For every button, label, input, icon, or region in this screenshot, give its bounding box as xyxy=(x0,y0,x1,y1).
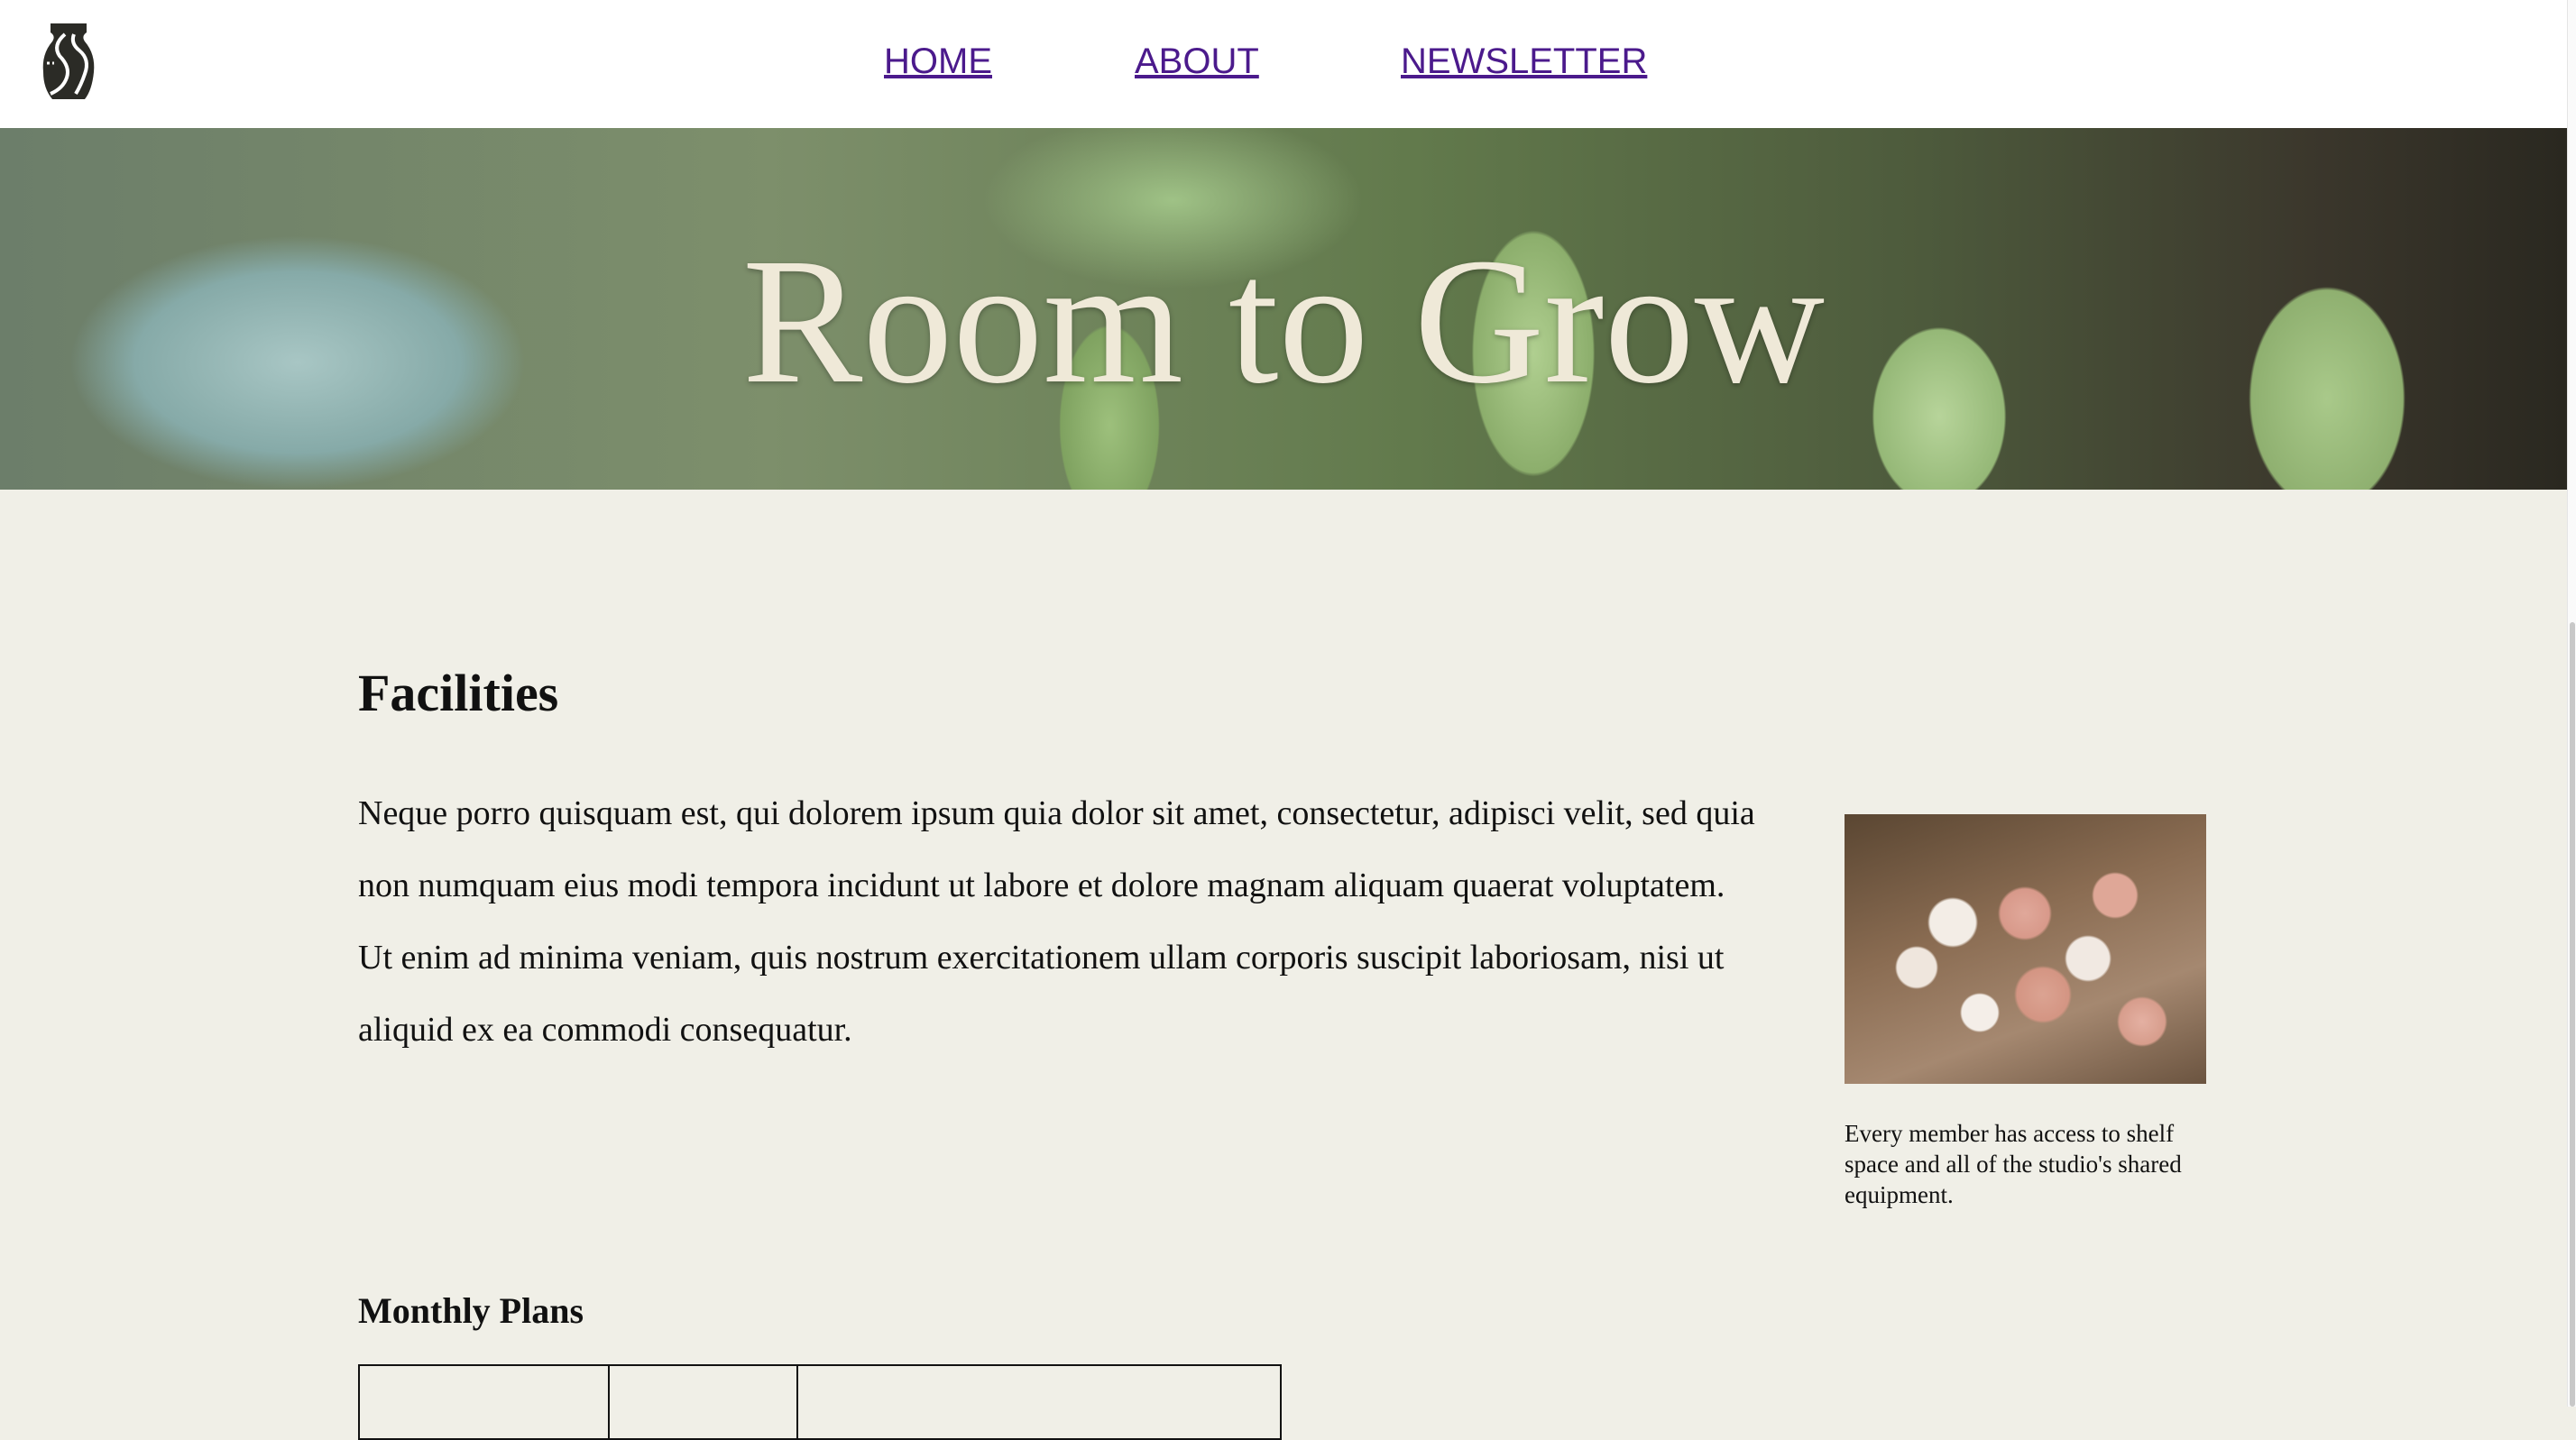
table-cell xyxy=(796,1364,1282,1440)
table-row xyxy=(358,1364,1282,1440)
table-cell xyxy=(358,1364,610,1440)
facilities-description: Neque porro quisquam est, qui dolorem ip… xyxy=(358,794,1755,1049)
table-cell xyxy=(608,1364,798,1440)
pottery-vase-logo-icon[interactable] xyxy=(40,22,97,101)
site-header: HOME ABOUT NEWSLETTER xyxy=(0,0,2567,129)
hero-banner-succulents-image: Room to Grow xyxy=(0,128,2567,490)
hero-title: Room to Grow xyxy=(742,222,1825,421)
photo-caption: Every member has access to shelf space a… xyxy=(1845,1120,2182,1208)
scrollbar-thumb[interactable] xyxy=(2570,622,2575,1407)
monthly-plans-table xyxy=(358,1364,1282,1440)
nav-home-link[interactable]: HOME xyxy=(884,41,992,82)
facilities-heading: Facilities xyxy=(358,664,559,722)
nav-about-link[interactable]: ABOUT xyxy=(1135,41,1259,82)
monthly-plans-heading: Monthly Plans xyxy=(358,1290,584,1331)
nav-newsletter-link[interactable]: NEWSLETTER xyxy=(1401,41,1647,82)
pottery-studio-photo xyxy=(1845,814,2206,1084)
